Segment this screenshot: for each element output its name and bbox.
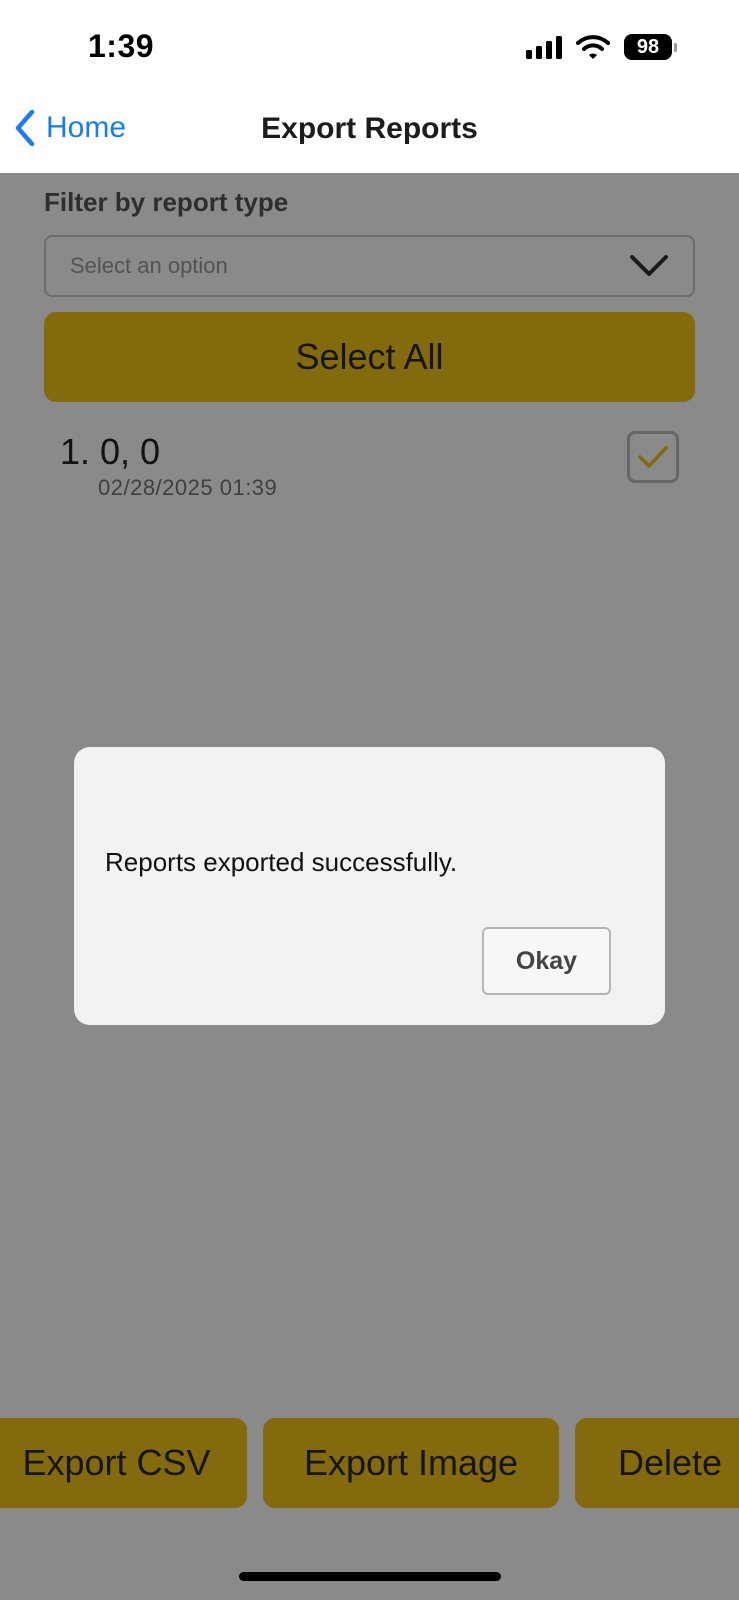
alert-dialog: Reports exported successfully. Okay xyxy=(74,747,665,1025)
wifi-icon xyxy=(576,35,610,59)
signal-icon xyxy=(526,35,562,59)
dialog-message: Reports exported successfully. xyxy=(105,847,458,877)
home-indicator[interactable] xyxy=(239,1572,501,1581)
nav-bar: Home Export Reports xyxy=(0,96,739,173)
status-icons: 98 xyxy=(526,34,677,60)
status-bar: 1:39 98 xyxy=(0,0,739,96)
okay-button[interactable]: Okay xyxy=(482,927,611,995)
page-title: Export Reports xyxy=(261,112,478,145)
battery-icon: 98 xyxy=(624,34,677,60)
battery-level: 98 xyxy=(624,34,672,60)
status-time: 1:39 xyxy=(88,28,155,64)
